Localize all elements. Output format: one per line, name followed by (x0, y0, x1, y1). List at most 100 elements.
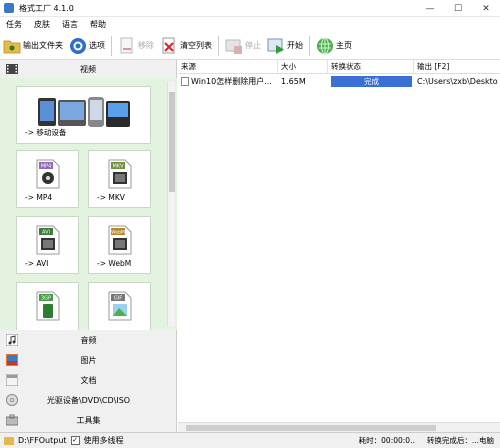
scrollbar-thumb[interactable] (169, 92, 175, 192)
header-source[interactable]: 来源 (178, 60, 278, 73)
multithread-checkbox[interactable]: ✓ (70, 436, 80, 445)
other-categories: 音频 图片 文档 光驱设备\DVD\CD\ISO 工具集 (0, 330, 177, 430)
remove-button[interactable]: 移除 (115, 33, 157, 59)
header-size[interactable]: 大小 (278, 60, 328, 73)
table-horizontal-scrollbar[interactable] (178, 422, 500, 432)
status-bar: D:\FFOutput ✓ 使用多线程 耗时：00:00:0.. 转换完成后：.… (0, 432, 500, 448)
stop-button[interactable]: 停止 (222, 33, 264, 59)
clear-list-icon (160, 37, 178, 55)
disc-icon (6, 394, 18, 406)
maximize-button[interactable]: ☐ (444, 0, 472, 17)
app-icon (4, 3, 14, 13)
video-format-grid: -> 移动设备 MP4 -> MP4 MKV -> MKV AVI -> AVI (0, 78, 177, 330)
svg-text:GIF: GIF (113, 296, 121, 302)
menu-tasks[interactable]: 任务 (0, 19, 28, 30)
category-audio[interactable]: 音频 (0, 330, 177, 350)
category-panel: 视频 -> 移动设备 MP4 -> MP4 MKV -> MKV AVI -> … (0, 60, 177, 432)
table-row[interactable]: Win10怎样删除用户... 1.65M 完成 C:\Users\zxb\Des… (178, 74, 500, 88)
video-grid-scrollbar[interactable] (167, 82, 175, 326)
output-folder-icon[interactable] (4, 436, 14, 445)
category-tools[interactable]: 工具集 (0, 410, 177, 430)
stop-label: 停止 (245, 41, 261, 50)
table-header: 来源 大小 转换状态 输出 [F2] (178, 60, 500, 74)
options-icon (69, 37, 87, 55)
cell-source: Win10怎样删除用户... (178, 76, 278, 87)
remove-label: 移除 (138, 41, 154, 50)
minimize-button[interactable]: — (416, 0, 444, 17)
window-title: 格式工厂 4.1.0 (19, 3, 74, 13)
tile-label: -> MKV (97, 193, 125, 202)
film-icon (6, 63, 18, 75)
tile-label: -> MP4 (25, 193, 53, 202)
mkv-file-icon: MKV (107, 159, 133, 191)
gif-file-icon: GIF (107, 291, 133, 323)
category-video[interactable]: 视频 (0, 60, 176, 78)
svg-text:MP4: MP4 (40, 164, 51, 170)
options-label: 选项 (89, 41, 105, 50)
picture-icon (6, 354, 18, 366)
elapsed-time: 耗时：00:00:0.. (358, 436, 415, 445)
clear-list-label: 清空列表 (180, 41, 212, 50)
multithread-label: 使用多线程 (83, 436, 124, 445)
category-video-label: 视频 (80, 64, 96, 74)
options-button[interactable]: 选项 (66, 33, 108, 59)
svg-text:3GP: 3GP (40, 296, 50, 302)
after-convert-action[interactable]: 转换完成后：...电脑 (427, 435, 494, 446)
3gp-file-icon: 3GP (35, 291, 61, 323)
menu-help[interactable]: 帮助 (84, 19, 112, 30)
svg-text:AVI: AVI (42, 230, 50, 236)
tile-label: -> WebM (97, 259, 132, 268)
status-progress-bar: 完成 (331, 75, 412, 87)
toolbar-divider (309, 35, 310, 56)
menu-bar: 任务 皮肤 语言 帮助 (0, 17, 500, 32)
status-left: D:\FFOutput ✓ 使用多线程 (0, 435, 124, 446)
category-disc-label: 光驱设备\DVD\CD\ISO (46, 395, 131, 405)
tile-3gp[interactable]: 3GP (16, 282, 79, 330)
tile-gif[interactable]: GIF (88, 282, 151, 330)
mp4-file-icon: MP4 (35, 159, 61, 191)
category-document-label: 文档 (80, 375, 97, 385)
output-folder-button[interactable]: 输出文件夹 (0, 33, 66, 59)
start-icon (267, 37, 285, 55)
category-image[interactable]: 图片 (0, 350, 177, 370)
document-icon (6, 374, 18, 386)
category-disc[interactable]: 光驱设备\DVD\CD\ISO (0, 390, 177, 410)
mobile-devices-icon (36, 95, 132, 131)
window-controls: — ☐ ✕ (416, 0, 500, 17)
output-folder-label: 输出文件夹 (23, 41, 63, 50)
home-button[interactable]: 主页 (313, 33, 355, 59)
tile-mobile-device[interactable]: -> 移动设备 (16, 86, 151, 144)
scrollbar-thumb[interactable] (186, 425, 436, 431)
cell-size: 1.65M (281, 76, 306, 86)
header-output[interactable]: 输出 [F2] (414, 60, 500, 73)
toolbox-icon (6, 414, 18, 426)
cell-output: C:\Users\zxb\Deskto (417, 76, 498, 86)
tile-label: -> 移动设备 (25, 128, 67, 137)
svg-text:WebM: WebM (111, 230, 125, 236)
tile-avi[interactable]: AVI -> AVI (16, 216, 79, 274)
menu-language[interactable]: 语言 (56, 19, 84, 30)
category-document[interactable]: 文档 (0, 370, 177, 390)
start-button[interactable]: 开始 (264, 33, 306, 59)
menu-skin[interactable]: 皮肤 (28, 19, 56, 30)
music-note-icon (6, 334, 18, 346)
clear-list-button[interactable]: 清空列表 (157, 33, 215, 59)
toolbar: 输出文件夹 选项 移除 清空列表 停止 开始 主页 (0, 32, 500, 60)
title-bar: 格式工厂 4.1.0 — ☐ ✕ (0, 0, 500, 17)
category-audio-label: 音频 (80, 335, 97, 345)
close-button[interactable]: ✕ (472, 0, 500, 17)
tile-label: -> AVI (25, 259, 49, 268)
home-label: 主页 (336, 41, 352, 50)
category-image-label: 图片 (80, 355, 97, 365)
header-status[interactable]: 转换状态 (328, 60, 414, 73)
file-icon (181, 76, 189, 86)
tile-mkv[interactable]: MKV -> MKV (88, 150, 151, 208)
source-text: Win10怎样删除用户... (191, 76, 272, 86)
folder-icon (3, 37, 21, 55)
tile-mp4[interactable]: MP4 -> MP4 (16, 150, 79, 208)
output-path[interactable]: D:\FFOutput (18, 436, 67, 445)
toolbar-divider (111, 35, 112, 56)
avi-file-icon: AVI (35, 225, 61, 257)
tile-webm[interactable]: WebM -> WebM (88, 216, 151, 274)
category-tools-label: 工具集 (76, 415, 101, 425)
